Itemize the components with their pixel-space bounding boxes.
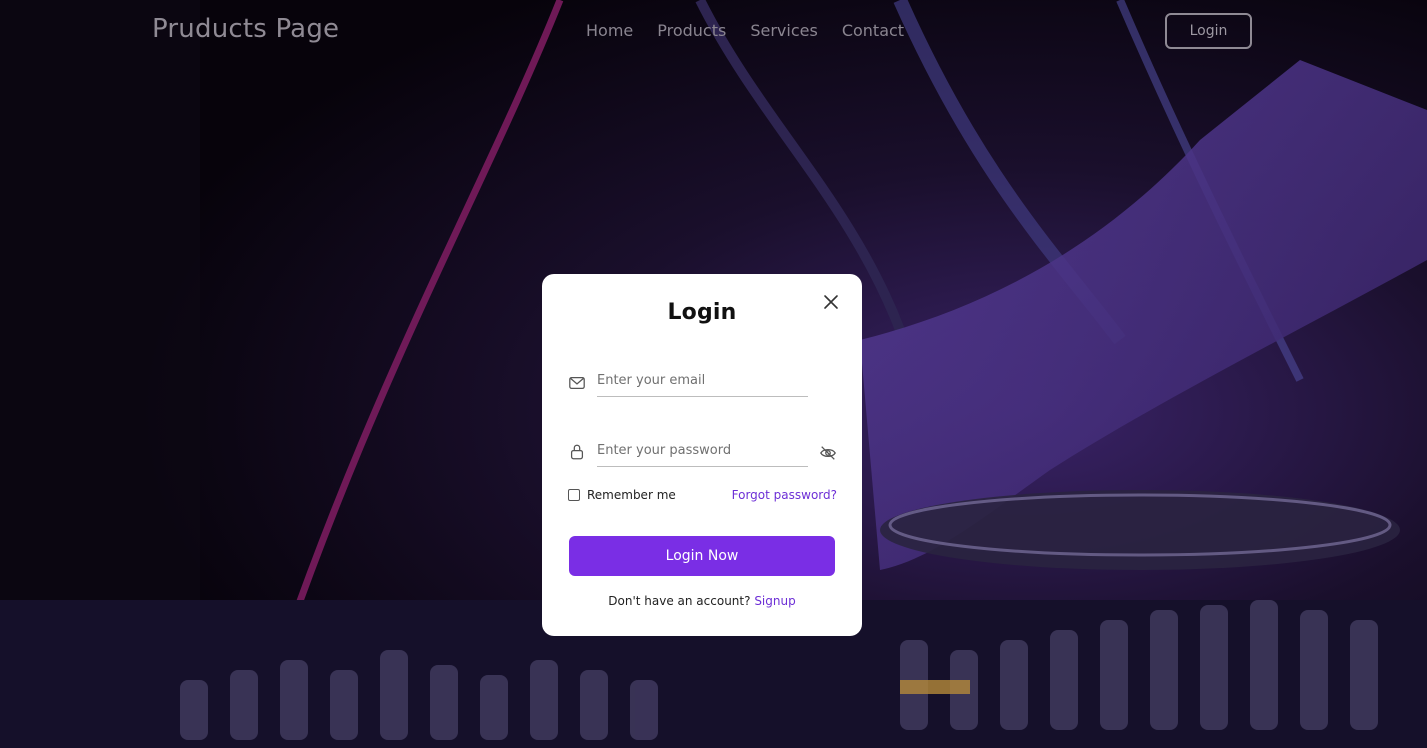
site-logo[interactable]: Pruducts Page	[152, 14, 339, 44]
modal-title: Login	[667, 300, 737, 325]
signup-link[interactable]: Signup	[754, 594, 795, 608]
header-login-button[interactable]: Login	[1165, 13, 1252, 49]
lock-icon	[570, 444, 584, 460]
remember-me: Remember me	[568, 488, 676, 502]
remember-checkbox[interactable]	[568, 489, 580, 501]
signup-prompt: Don't have an account?	[608, 594, 751, 608]
nav-link-home[interactable]: Home	[586, 21, 633, 40]
forgot-password-link[interactable]: Forgot password?	[732, 488, 837, 502]
login-modal: Login Remember me Forgot password? Login…	[542, 274, 862, 636]
mail-icon	[569, 376, 585, 390]
email-input[interactable]	[597, 373, 808, 397]
nav-link-products[interactable]: Products	[657, 21, 726, 40]
signup-line: Don't have an account? Signup	[542, 594, 862, 608]
nav-links: Home Products Services Contact	[586, 21, 928, 40]
nav-link-contact[interactable]: Contact	[842, 21, 904, 40]
password-input[interactable]	[597, 443, 808, 467]
login-now-button[interactable]: Login Now	[569, 536, 835, 576]
close-icon[interactable]	[820, 291, 842, 313]
nav-link-services[interactable]: Services	[750, 21, 817, 40]
top-nav: Pruducts Page Home Products Services Con…	[0, 0, 1427, 62]
eye-off-icon[interactable]	[819, 444, 837, 462]
remember-label: Remember me	[587, 488, 676, 502]
